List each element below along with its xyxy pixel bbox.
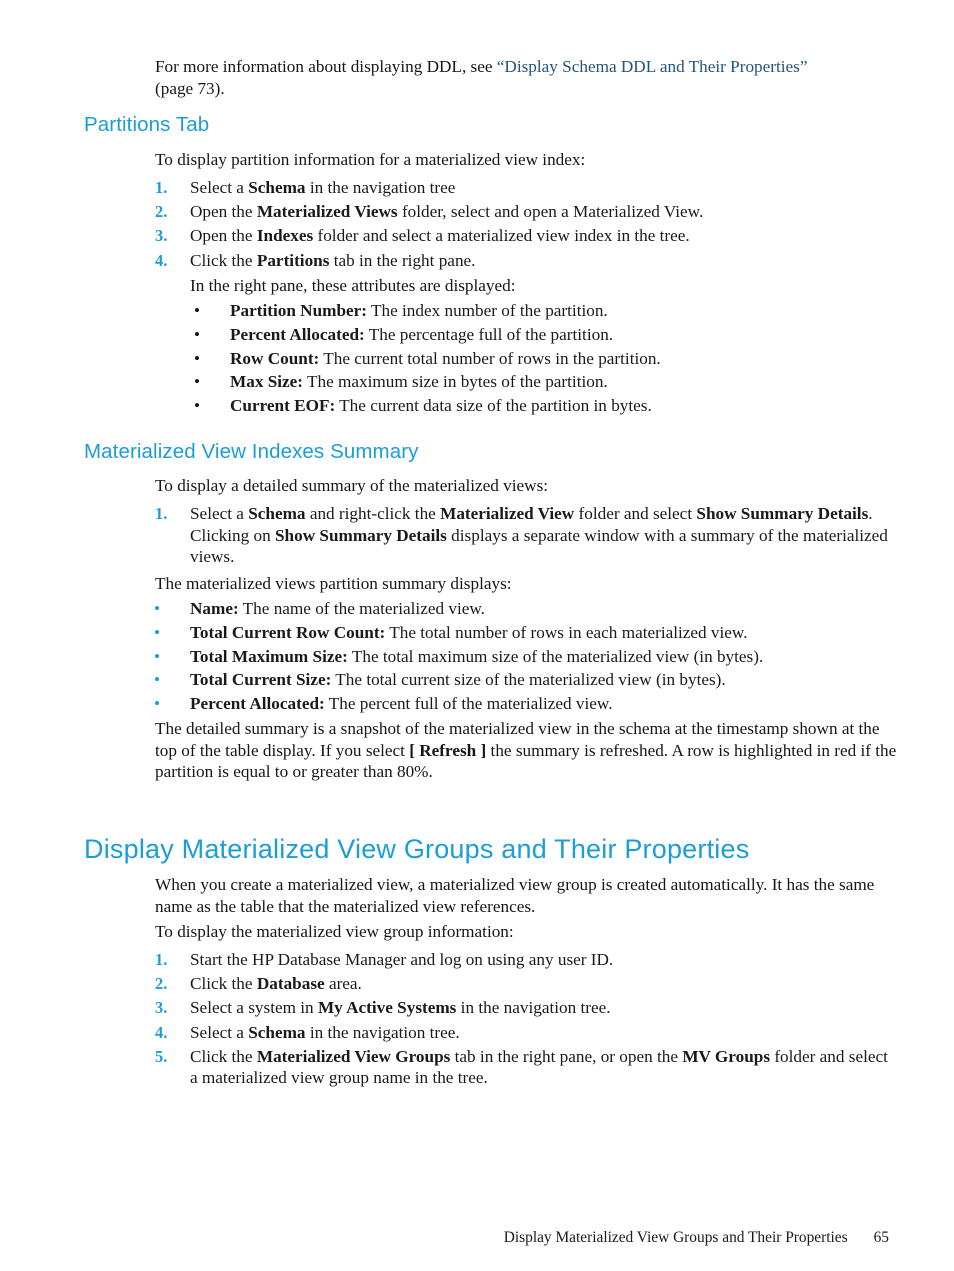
mv-groups-paragraph-1: When you create a materialized view, a m… <box>155 875 875 916</box>
attributes-lead-in: In the right pane, these attributes are … <box>190 276 516 295</box>
bullet-icon: • <box>154 622 161 642</box>
footer-title: Display Materialized View Groups and The… <box>503 1229 848 1246</box>
detailed-summary-paragraph: The detailed summary is a snapshot of th… <box>155 718 897 783</box>
list-item: • Name: The name of the materialized vie… <box>152 598 897 620</box>
intro-paragraph: For more information about displaying DD… <box>155 56 897 99</box>
mv-groups-steps: 1. Start the HP Database Manager and log… <box>155 949 897 1092</box>
document-page: For more information about displaying DD… <box>0 0 954 1271</box>
list-item: • Row Count: The current total number of… <box>192 348 897 370</box>
page-footer: Display Materialized View Groups and The… <box>504 1228 889 1247</box>
attribute-text: Max Size: The maximum size in bytes of t… <box>230 372 608 392</box>
list-item: 3. Select a system in My Active Systems … <box>155 997 897 1019</box>
bullet-icon: • <box>154 694 161 714</box>
list-item: • Percent Allocated: The percent full of… <box>152 693 897 715</box>
mv-summary-attributes-list: • Name: The name of the materialized vie… <box>152 598 897 717</box>
step-text: Click the Database area. <box>190 974 362 994</box>
intro-text-pagenum: (page 73). <box>155 78 225 98</box>
step-text: Select a Schema in the navigation tree. <box>190 1022 460 1042</box>
step-number: 2. <box>155 974 168 994</box>
step-text: Select a Schema in the navigation tree <box>190 178 456 197</box>
list-item: 3. Open the Indexes folder and select a … <box>155 225 897 247</box>
list-item: 1. Select a Schema and right-click the M… <box>155 503 897 568</box>
list-item: • Total Current Size: The total current … <box>152 669 897 691</box>
partition-summary-lead-in: The materialized views partition summary… <box>155 574 512 593</box>
mv-summary-steps: 1. Select a Schema and right-click the M… <box>155 503 897 570</box>
list-item: 1. Start the HP Database Manager and log… <box>155 949 897 971</box>
step-number: 4. <box>155 250 168 270</box>
refresh-button-label: [ Refresh ] <box>409 740 487 760</box>
heading-partitions-tab: Partitions Tab <box>84 113 210 136</box>
step-number: 3. <box>155 226 168 246</box>
bullet-icon: • <box>194 372 201 392</box>
step-number: 1. <box>155 178 168 197</box>
list-item: • Total Maximum Size: The total maximum … <box>152 646 897 668</box>
step-number: 2. <box>155 202 168 222</box>
step-number: 3. <box>155 998 168 1018</box>
bullet-icon: • <box>194 348 201 368</box>
step-text: Select a Schema and right-click the Mate… <box>190 504 888 567</box>
bullet-icon: • <box>154 670 161 690</box>
step-text: Open the Indexes folder and select a mat… <box>190 226 690 246</box>
step-text: Open the Materialized Views folder, sele… <box>190 202 704 222</box>
heading-display-mv-groups: Display Materialized View Groups and The… <box>84 834 750 864</box>
step-number: 5. <box>155 1046 168 1066</box>
step-text: Select a system in My Active Systems in … <box>190 998 611 1018</box>
mv-summary-lead-in: To display a detailed summary of the mat… <box>155 476 549 495</box>
page-number: 65 <box>873 1229 889 1246</box>
step-number: 1. <box>155 504 168 523</box>
cross-reference-link[interactable]: “Display Schema DDL and Their Properties… <box>497 57 808 76</box>
step-number: 4. <box>155 1022 168 1042</box>
bullet-icon: • <box>154 599 161 618</box>
list-item: 1. Select a Schema in the navigation tre… <box>155 177 897 199</box>
list-item: • Percent Allocated: The percentage full… <box>192 324 897 346</box>
attribute-text: Current EOF: The current data size of th… <box>230 396 652 416</box>
mv-groups-lead-in: To display the materialized view group i… <box>155 922 514 941</box>
bullet-icon: • <box>194 301 201 320</box>
list-item: 2. Click the Database area. <box>155 973 897 995</box>
step-text: Click the Partitions tab in the right pa… <box>190 250 476 270</box>
list-item: 5. Click the Materialized View Groups ta… <box>155 1046 897 1089</box>
list-item: • Current EOF: The current data size of … <box>192 395 897 417</box>
step-text: Start the HP Database Manager and log on… <box>190 950 614 969</box>
list-item: • Total Current Row Count: The total num… <box>152 622 897 644</box>
list-item: 4. Select a Schema in the navigation tre… <box>155 1022 897 1044</box>
bullet-icon: • <box>154 646 161 666</box>
attribute-text: Total Current Row Count: The total numbe… <box>190 622 748 642</box>
partitions-tab-steps: 1. Select a Schema in the navigation tre… <box>155 177 897 274</box>
intro-text-lead: For more information about displaying DD… <box>155 57 497 76</box>
list-item: 2. Open the Materialized Views folder, s… <box>155 201 897 223</box>
step-text: Click the Materialized View Groups tab i… <box>190 1046 888 1088</box>
bullet-icon: • <box>194 396 201 416</box>
partition-attributes-list: • Partition Number: The index number of … <box>192 300 897 419</box>
attribute-text: Partition Number: The index number of th… <box>230 301 608 320</box>
attribute-text: Row Count: The current total number of r… <box>230 348 661 368</box>
attribute-text: Name: The name of the materialized view. <box>190 599 485 618</box>
step-number: 1. <box>155 950 168 969</box>
list-item: • Partition Number: The index number of … <box>192 300 897 322</box>
list-item: • Max Size: The maximum size in bytes of… <box>192 371 897 393</box>
attribute-text: Total Maximum Size: The total maximum si… <box>190 646 764 666</box>
list-item: 4. Click the Partitions tab in the right… <box>155 250 897 272</box>
attribute-text: Total Current Size: The total current si… <box>190 670 726 690</box>
bullet-icon: • <box>194 324 201 344</box>
attribute-text: Percent Allocated: The percentage full o… <box>230 324 614 344</box>
heading-mv-indexes-summary: Materialized View Indexes Summary <box>84 440 419 463</box>
attribute-text: Percent Allocated: The percent full of t… <box>190 694 613 714</box>
partitions-tab-lead-in: To display partition information for a m… <box>155 150 586 169</box>
